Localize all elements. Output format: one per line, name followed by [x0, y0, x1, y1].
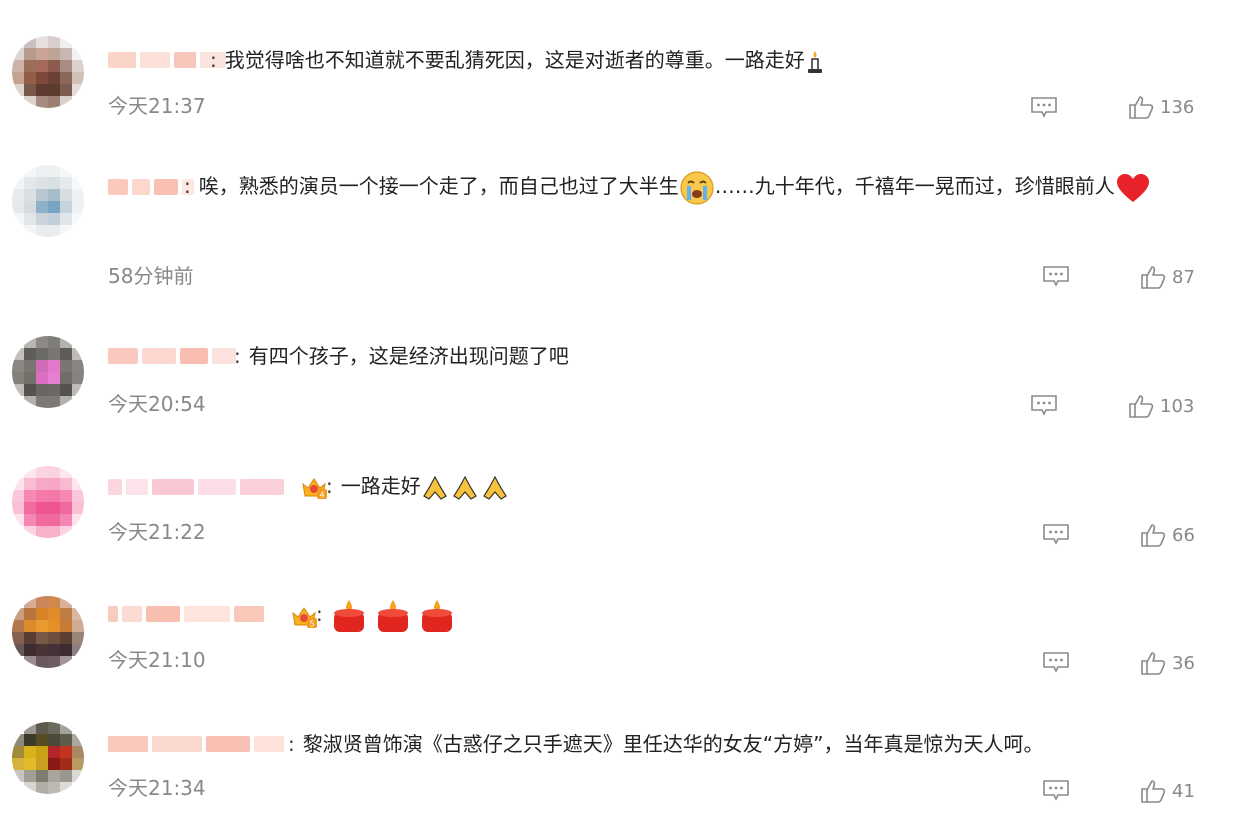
timestamp: 今天20:54 [108, 392, 206, 416]
avatar[interactable] [12, 36, 84, 108]
like-count: 87 [1172, 266, 1195, 288]
thumbs-up-icon [1141, 780, 1166, 803]
thumbs-up-icon [1141, 524, 1166, 547]
thumbs-up-icon [1141, 652, 1166, 675]
timestamp: 今天21:37 [108, 94, 206, 118]
reply-icon[interactable] [1042, 651, 1070, 673]
thumbs-up-icon [1129, 395, 1154, 418]
username[interactable] [108, 50, 226, 70]
avatar[interactable] [12, 596, 84, 668]
reply-icon[interactable] [1042, 265, 1070, 287]
candle-icon [807, 50, 822, 73]
comment-text: : 一路走好 [326, 466, 1217, 506]
timestamp: 今天21:22 [108, 520, 206, 544]
comment-text: : 黎淑贤曾饰演《古惑仔之只手遮天》里任达华的女友“方婷”，当年真是惊为天人呵。 [288, 732, 1044, 756]
reply-icon[interactable] [1030, 96, 1058, 118]
like-button[interactable]: 136 [1128, 94, 1194, 120]
like-count: 136 [1160, 96, 1195, 118]
avatar[interactable] [12, 336, 84, 408]
comment-text: : [316, 594, 1217, 636]
reply-icon[interactable] [1042, 779, 1070, 801]
thumbs-up-icon [1141, 266, 1166, 289]
like-count: 103 [1160, 395, 1195, 417]
username[interactable] [108, 604, 264, 624]
reply-icon[interactable] [1042, 523, 1070, 545]
reply-icon[interactable] [1030, 394, 1058, 416]
candle-red-icon [333, 599, 452, 632]
like-count: 36 [1172, 652, 1195, 674]
like-button[interactable]: 66 [1140, 522, 1195, 548]
vip-crown-badge-icon[interactable]: 4 [300, 474, 328, 500]
like-count: 66 [1172, 524, 1195, 546]
vip-crown-badge-icon[interactable]: 5 [290, 603, 318, 629]
avatar[interactable] [12, 165, 84, 237]
comment-text: : 我觉得啥也不知道就不要乱猜死因，这是对逝者的尊重。一路走好 [210, 40, 1217, 80]
avatar[interactable] [12, 466, 84, 538]
like-button[interactable]: 103 [1128, 393, 1194, 419]
avatar[interactable] [12, 722, 84, 794]
svg-text:4: 4 [319, 491, 324, 500]
username[interactable] [108, 477, 284, 497]
pray-icon [422, 475, 507, 500]
timestamp: 今天21:10 [108, 648, 206, 672]
like-button[interactable]: 87 [1140, 264, 1195, 290]
comment-text: : 有四个孩子，这是经济出现问题了吧 [234, 344, 569, 368]
thumbs-up-icon [1129, 96, 1154, 119]
crying-face-icon [680, 170, 714, 205]
comment-list: : 我觉得啥也不知道就不要乱猜死因，这是对逝者的尊重。一路走好 今天21:37 1… [0, 0, 1257, 837]
like-button[interactable]: 41 [1140, 778, 1195, 804]
username[interactable] [108, 734, 284, 754]
like-count: 41 [1172, 780, 1195, 802]
like-button[interactable]: 36 [1140, 650, 1195, 676]
comment-text: : 唉，熟悉的演员一个接一个走了，而自己也过了大半生 ……九十年代，千禧年一晃而过，… [108, 166, 1217, 206]
svg-text:5: 5 [309, 620, 314, 629]
username[interactable] [108, 346, 236, 366]
timestamp: 58分钟前 [108, 264, 194, 288]
timestamp: 今天21:34 [108, 776, 206, 800]
heart-icon [1116, 173, 1149, 202]
